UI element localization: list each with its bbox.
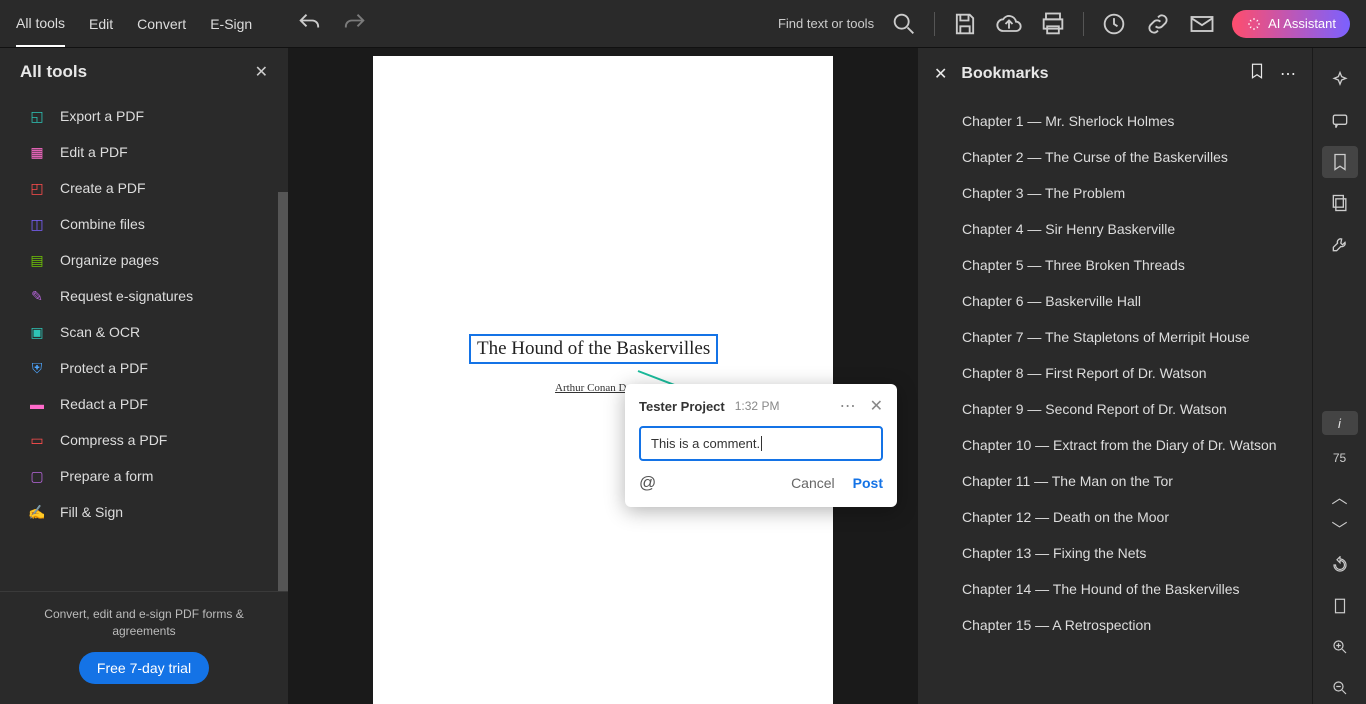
bookmark-item[interactable]: Chapter 6 — Baskerville Hall xyxy=(918,283,1312,319)
ai-assistant-button[interactable]: AI Assistant xyxy=(1232,10,1350,38)
comment-more-icon[interactable]: ⋯ xyxy=(840,396,856,416)
bookmark-item[interactable]: Chapter 12 — Death on the Moor xyxy=(918,499,1312,535)
rail-comment-icon[interactable] xyxy=(1322,105,1358,136)
cloud-upload-icon[interactable] xyxy=(995,10,1023,38)
protect-icon: ⛨ xyxy=(28,359,46,377)
tool-combine-files[interactable]: ◫Combine files xyxy=(0,206,288,242)
pdf-page: The Hound of the Baskervilles Arthur Con… xyxy=(373,56,833,704)
separator xyxy=(1083,12,1084,36)
comment-input[interactable]: This is a comment. xyxy=(639,426,883,461)
mention-icon[interactable]: @ xyxy=(639,473,656,493)
link-icon[interactable] xyxy=(1144,10,1172,38)
bookmark-item[interactable]: Chapter 1 — Mr. Sherlock Holmes xyxy=(918,103,1312,139)
document-viewport[interactable]: The Hound of the Baskervilles Arthur Con… xyxy=(288,48,918,704)
bookmark-item[interactable]: Chapter 7 — The Stapletons of Merripit H… xyxy=(918,319,1312,355)
separator xyxy=(934,12,935,36)
tool-create-pdf[interactable]: ◰Create a PDF xyxy=(0,170,288,206)
redo-button[interactable] xyxy=(340,10,368,38)
rail-sparkle-icon[interactable] xyxy=(1322,64,1358,95)
save-icon[interactable] xyxy=(951,10,979,38)
chevron-down-icon[interactable]: ﹀ xyxy=(1322,517,1358,539)
page-number: 75 xyxy=(1333,451,1346,465)
bookmark-item[interactable]: Chapter 15 — A Retrospection xyxy=(918,607,1312,643)
left-footer-text: Convert, edit and e-sign PDF forms & agr… xyxy=(20,606,268,640)
esign-icon: ✎ xyxy=(28,287,46,305)
tool-prepare-form[interactable]: ▢Prepare a form xyxy=(0,458,288,494)
selected-text-box[interactable]: The Hound of the Baskervilles xyxy=(469,334,718,364)
bookmark-item[interactable]: Chapter 10 — Extract from the Diary of D… xyxy=(918,427,1312,463)
page-icon[interactable] xyxy=(1322,591,1358,622)
tool-edit-pdf[interactable]: ▦Edit a PDF xyxy=(0,134,288,170)
close-bookmarks-button[interactable]: ✕ xyxy=(934,64,947,84)
tool-protect-pdf[interactable]: ⛨Protect a PDF xyxy=(0,350,288,386)
bookmarks-title: Bookmarks xyxy=(961,65,1234,83)
sign-icon: ✍ xyxy=(28,503,46,521)
page-info-button[interactable]: i xyxy=(1322,411,1358,435)
bookmark-item[interactable]: Chapter 14 — The Hound of the Baskervill… xyxy=(918,571,1312,607)
comment-popup: Tester Project 1:32 PM ⋯ ✕ This is a com… xyxy=(625,384,897,507)
bookmark-ribbon-icon[interactable] xyxy=(1248,62,1266,85)
star-icon[interactable] xyxy=(1100,10,1128,38)
top-toolbar: All tools Edit Convert E-Sign Find text … xyxy=(0,0,1366,48)
bookmark-item[interactable]: Chapter 13 — Fixing the Nets xyxy=(918,535,1312,571)
compress-icon: ▭ xyxy=(28,431,46,449)
tab-all-tools[interactable]: All tools xyxy=(16,1,65,47)
tab-convert[interactable]: Convert xyxy=(137,2,186,46)
bookmark-item[interactable]: Chapter 5 — Three Broken Threads xyxy=(918,247,1312,283)
left-tools-panel: All tools ✕ ◱Export a PDF ▦Edit a PDF ◰C… xyxy=(0,48,288,704)
bookmarks-list: Chapter 1 — Mr. Sherlock Holmes Chapter … xyxy=(918,99,1312,704)
comment-close-button[interactable]: ✕ xyxy=(870,396,883,416)
comment-author: Tester Project xyxy=(639,399,725,414)
edit-icon: ▦ xyxy=(28,143,46,161)
rail-tool-icon[interactable] xyxy=(1322,229,1358,260)
tool-request-esignatures[interactable]: ✎Request e-signatures xyxy=(0,278,288,314)
zoom-in-icon[interactable] xyxy=(1322,632,1358,663)
mail-icon[interactable] xyxy=(1188,10,1216,38)
print-icon[interactable] xyxy=(1039,10,1067,38)
bookmark-item[interactable]: Chapter 9 — Second Report of Dr. Watson xyxy=(918,391,1312,427)
zoom-out-icon[interactable] xyxy=(1322,673,1358,704)
bookmark-item[interactable]: Chapter 11 — The Man on the Tor xyxy=(918,463,1312,499)
post-button[interactable]: Post xyxy=(853,475,883,491)
combine-icon: ◫ xyxy=(28,215,46,233)
bookmarks-more-icon[interactable]: ⋯ xyxy=(1280,64,1296,84)
bookmark-item[interactable]: Chapter 4 — Sir Henry Baskerville xyxy=(918,211,1312,247)
bookmarks-panel: ✕ Bookmarks ⋯ Chapter 1 — Mr. Sherlock H… xyxy=(918,48,1312,704)
rail-bookmark-icon[interactable] xyxy=(1322,146,1358,177)
organize-icon: ▤ xyxy=(28,251,46,269)
create-icon: ◰ xyxy=(28,179,46,197)
scrollbar[interactable] xyxy=(278,192,288,591)
form-icon: ▢ xyxy=(28,467,46,485)
search-label: Find text or tools xyxy=(778,16,874,31)
bookmark-item[interactable]: Chapter 3 — The Problem xyxy=(918,175,1312,211)
export-icon: ◱ xyxy=(28,107,46,125)
tool-compress-pdf[interactable]: ▭Compress a PDF xyxy=(0,422,288,458)
undo-button[interactable] xyxy=(296,10,324,38)
search-icon[interactable] xyxy=(890,10,918,38)
document-title: The Hound of the Baskervilles xyxy=(477,338,710,359)
bookmark-item[interactable]: Chapter 2 — The Curse of the Baskerville… xyxy=(918,139,1312,175)
tool-fill-sign[interactable]: ✍Fill & Sign xyxy=(0,494,288,530)
redact-icon: ▬ xyxy=(28,395,46,413)
rail-copy-icon[interactable] xyxy=(1322,188,1358,219)
tools-list: ◱Export a PDF ▦Edit a PDF ◰Create a PDF … xyxy=(0,92,288,591)
rotate-icon[interactable] xyxy=(1322,549,1358,580)
left-panel-title: All tools xyxy=(20,62,87,82)
bookmark-item[interactable]: Chapter 8 — First Report of Dr. Watson xyxy=(918,355,1312,391)
tool-scan-ocr[interactable]: ▣Scan & OCR xyxy=(0,314,288,350)
comment-timestamp: 1:32 PM xyxy=(735,399,780,413)
chevron-up-icon[interactable]: ︿ xyxy=(1322,485,1358,507)
tool-redact-pdf[interactable]: ▬Redact a PDF xyxy=(0,386,288,422)
scan-icon: ▣ xyxy=(28,323,46,341)
tool-organize-pages[interactable]: ▤Organize pages xyxy=(0,242,288,278)
right-rail: i 75 ︿ ﹀ xyxy=(1312,48,1366,704)
tool-export-pdf[interactable]: ◱Export a PDF xyxy=(0,98,288,134)
free-trial-button[interactable]: Free 7-day trial xyxy=(79,652,209,684)
tab-esign[interactable]: E-Sign xyxy=(210,2,252,46)
tab-edit[interactable]: Edit xyxy=(89,2,113,46)
ai-assistant-label: AI Assistant xyxy=(1268,16,1336,31)
cancel-button[interactable]: Cancel xyxy=(791,475,835,491)
close-left-panel-button[interactable]: ✕ xyxy=(255,62,268,82)
